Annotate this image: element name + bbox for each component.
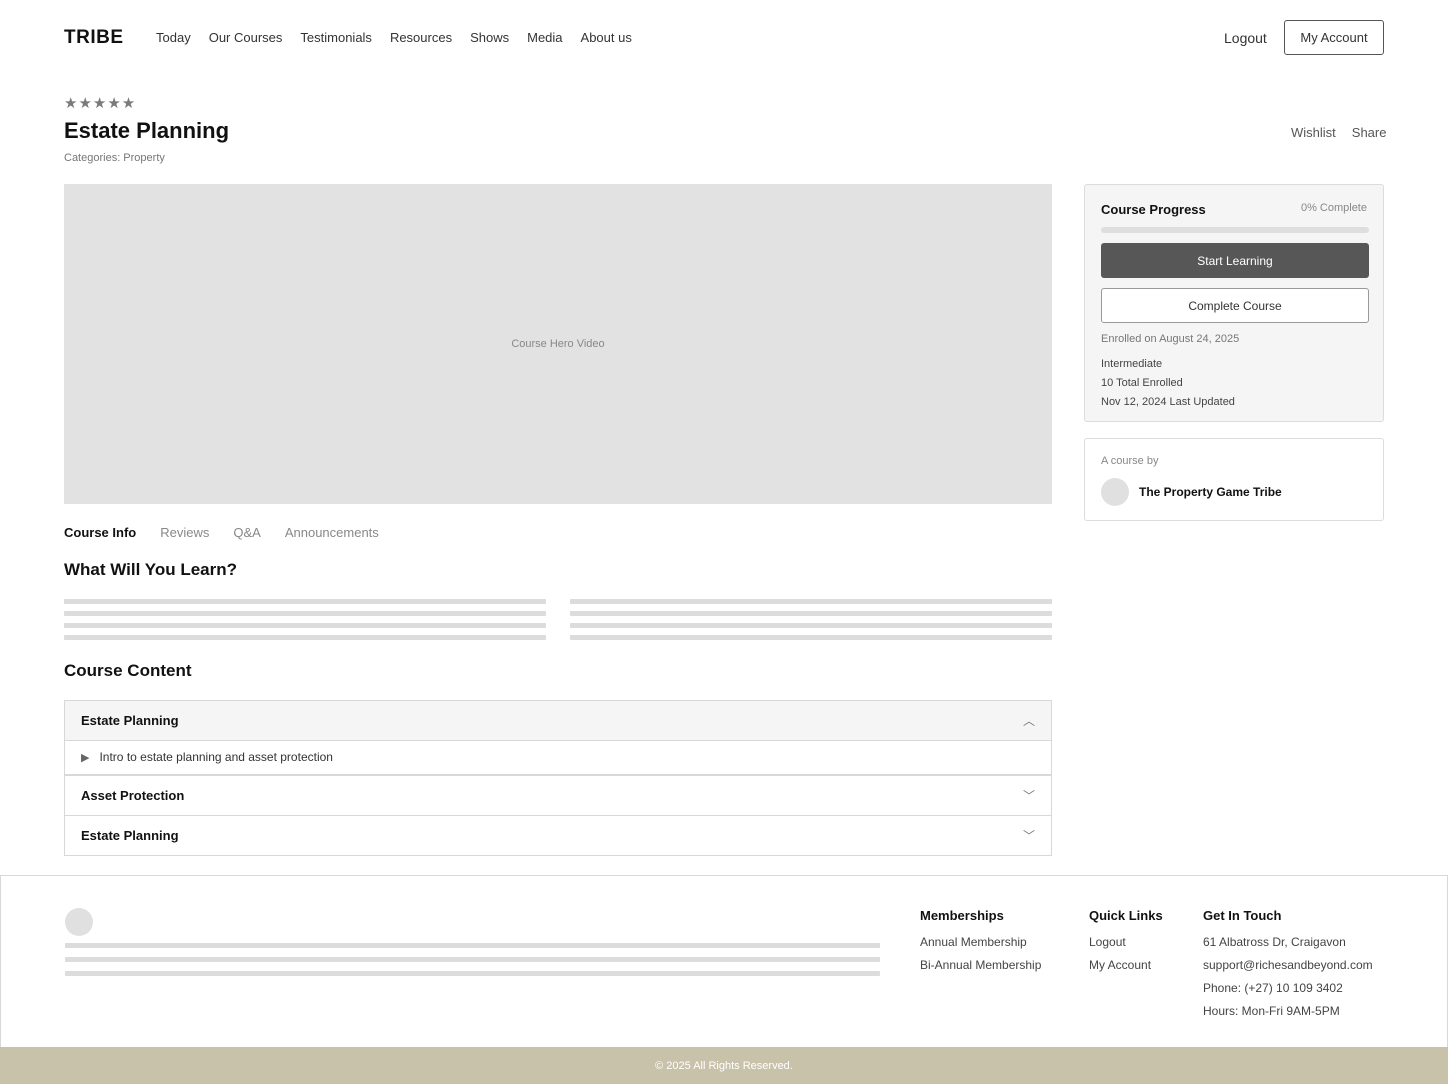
course-tabs: Course Info Reviews Q&A Announcements (64, 525, 403, 540)
footer-memberships: Memberships Annual Membership Bi-Annual … (920, 908, 1041, 977)
contact-address: 61 Albatross Dr, Craigavon (1203, 935, 1346, 949)
footer-heading: Quick Links (1089, 908, 1163, 923)
footer-link-annual-membership[interactable]: Annual Membership (920, 931, 1041, 954)
course-meta: Intermediate 10 Total Enrolled Nov 12, 2… (1101, 355, 1235, 412)
page-title: Estate Planning (64, 118, 230, 143)
chevron-down-icon: ﹀ (1022, 829, 1035, 843)
footer-link-logout[interactable]: Logout (1089, 931, 1163, 954)
last-updated: Nov 12, 2024 Last Updated (1101, 396, 1235, 408)
share-link[interactable]: Share (1352, 125, 1387, 140)
placeholder-line (65, 943, 880, 948)
start-learning-button[interactable]: Start Learning (1101, 243, 1369, 278)
placeholder-line (64, 623, 546, 628)
avatar (1101, 478, 1129, 506)
title-actions: Wishlist Share (1291, 125, 1386, 140)
learn-section-title: What Will You Learn? (64, 560, 237, 579)
footer-heading: Get In Touch (1203, 908, 1282, 923)
topic-title: Estate Planning (81, 828, 179, 843)
footer-heading: Memberships (920, 908, 1004, 923)
copyright-text: © 2025 All Rights Reserved. (655, 1059, 793, 1072)
author-card: A course by The Property Game Tribe (1084, 438, 1384, 521)
footer-link-bi-annual-membership[interactable]: Bi-Annual Membership (920, 954, 1041, 977)
nav-link-about-us[interactable]: About us (581, 30, 632, 45)
content-section-title: Course Content (64, 661, 192, 680)
course-hero-video[interactable]: Course Hero Video (64, 184, 1052, 504)
placeholder-line (570, 635, 1052, 640)
placeholder-line (570, 623, 1052, 628)
tab-reviews[interactable]: Reviews (160, 525, 209, 540)
topic-header[interactable]: Estate Planning ︿ (65, 701, 1051, 740)
placeholder-line (65, 971, 880, 976)
nav-link-today[interactable]: Today (156, 30, 191, 45)
enrolled-date: Enrolled on August 24, 2025 (1101, 333, 1240, 345)
complete-course-button[interactable]: Complete Course (1101, 288, 1369, 323)
contact-hours: Hours: Mon-Fri 9AM-5PM (1203, 1004, 1340, 1018)
topic-header[interactable]: Estate Planning ﹀ (65, 816, 1051, 855)
topic-header[interactable]: Asset Protection ﹀ (65, 776, 1051, 815)
topic-title: Estate Planning (81, 713, 179, 728)
total-enrolled: 10 Total Enrolled (1101, 377, 1183, 389)
placeholder-line (64, 611, 546, 616)
lesson-item[interactable]: ▶ Intro to estate planning and asset pro… (65, 740, 1051, 774)
chevron-down-icon: ﹀ (1022, 789, 1035, 803)
footer-link-my-account[interactable]: My Account (1089, 954, 1163, 977)
footer-quick-links: Quick Links Logout My Account (1089, 908, 1163, 977)
topic-accordion-2: Asset Protection ﹀ (64, 775, 1052, 816)
placeholder-line (64, 635, 546, 640)
progress-percent: 0% Complete (1300, 202, 1367, 214)
wishlist-link[interactable]: Wishlist (1291, 125, 1336, 140)
play-icon: ▶ (81, 751, 90, 764)
chevron-up-icon: ︿ (1022, 714, 1035, 728)
tab-announcements[interactable]: Announcements (285, 525, 379, 540)
my-account-button[interactable]: My Account (1284, 20, 1384, 55)
author-label: A course by (1101, 455, 1159, 467)
learn-placeholder-right (570, 599, 1052, 647)
lesson-title: Intro to estate planning and asset prote… (99, 750, 333, 764)
footer-logo-placeholder (65, 908, 93, 936)
tab-course-info[interactable]: Course Info (64, 525, 136, 540)
tab-qa[interactable]: Q&A (233, 525, 260, 540)
site-logo[interactable]: TRIBE (64, 27, 124, 49)
nav-link-resources[interactable]: Resources (390, 30, 452, 45)
learn-placeholder-left (64, 599, 546, 647)
nav-link-shows[interactable]: Shows (470, 30, 509, 45)
topic-accordion-1: Estate Planning ︿ (64, 700, 1052, 741)
topic-title: Asset Protection (81, 788, 185, 803)
contact-phone: Phone: (+27) 10 109 3402 (1203, 981, 1343, 995)
author-name[interactable]: The Property Game Tribe (1139, 485, 1282, 499)
site-footer: Memberships Annual Membership Bi-Annual … (0, 875, 1448, 1047)
main-nav: Today Our Courses Testimonials Resources… (156, 30, 650, 45)
site-header: TRIBE Today Our Courses Testimonials Res… (0, 0, 1448, 76)
course-progress-card: Course Progress 0% Complete Start Learni… (1084, 184, 1384, 422)
footer-contact: Get In Touch 61 Albatross Dr, Craigavon … (1203, 908, 1373, 1023)
nav-link-testimonials[interactable]: Testimonials (300, 30, 372, 45)
topic-accordion-3: Estate Planning ﹀ (64, 815, 1052, 856)
nav-link-media[interactable]: Media (527, 30, 562, 45)
placeholder-line (570, 599, 1052, 604)
placeholder-line (64, 599, 546, 604)
footer-placeholder-text (65, 943, 880, 985)
rating-stars: ★★★★★ (64, 95, 137, 112)
progress-bar (1101, 227, 1369, 233)
course-level: Intermediate (1101, 358, 1163, 370)
nav-link-our-courses[interactable]: Our Courses (209, 30, 283, 45)
video-placeholder-label: Course Hero Video (511, 338, 605, 350)
placeholder-line (65, 957, 880, 962)
progress-title: Course Progress (1101, 202, 1206, 217)
lesson-list: ▶ Intro to estate planning and asset pro… (64, 740, 1052, 775)
course-categories: Categories: Property (64, 152, 165, 164)
copyright-bar: © 2025 All Rights Reserved. (0, 1047, 1448, 1084)
logout-link[interactable]: Logout (1224, 30, 1267, 46)
placeholder-line (570, 611, 1052, 616)
contact-email[interactable]: support@richesandbeyond.com (1203, 954, 1373, 977)
